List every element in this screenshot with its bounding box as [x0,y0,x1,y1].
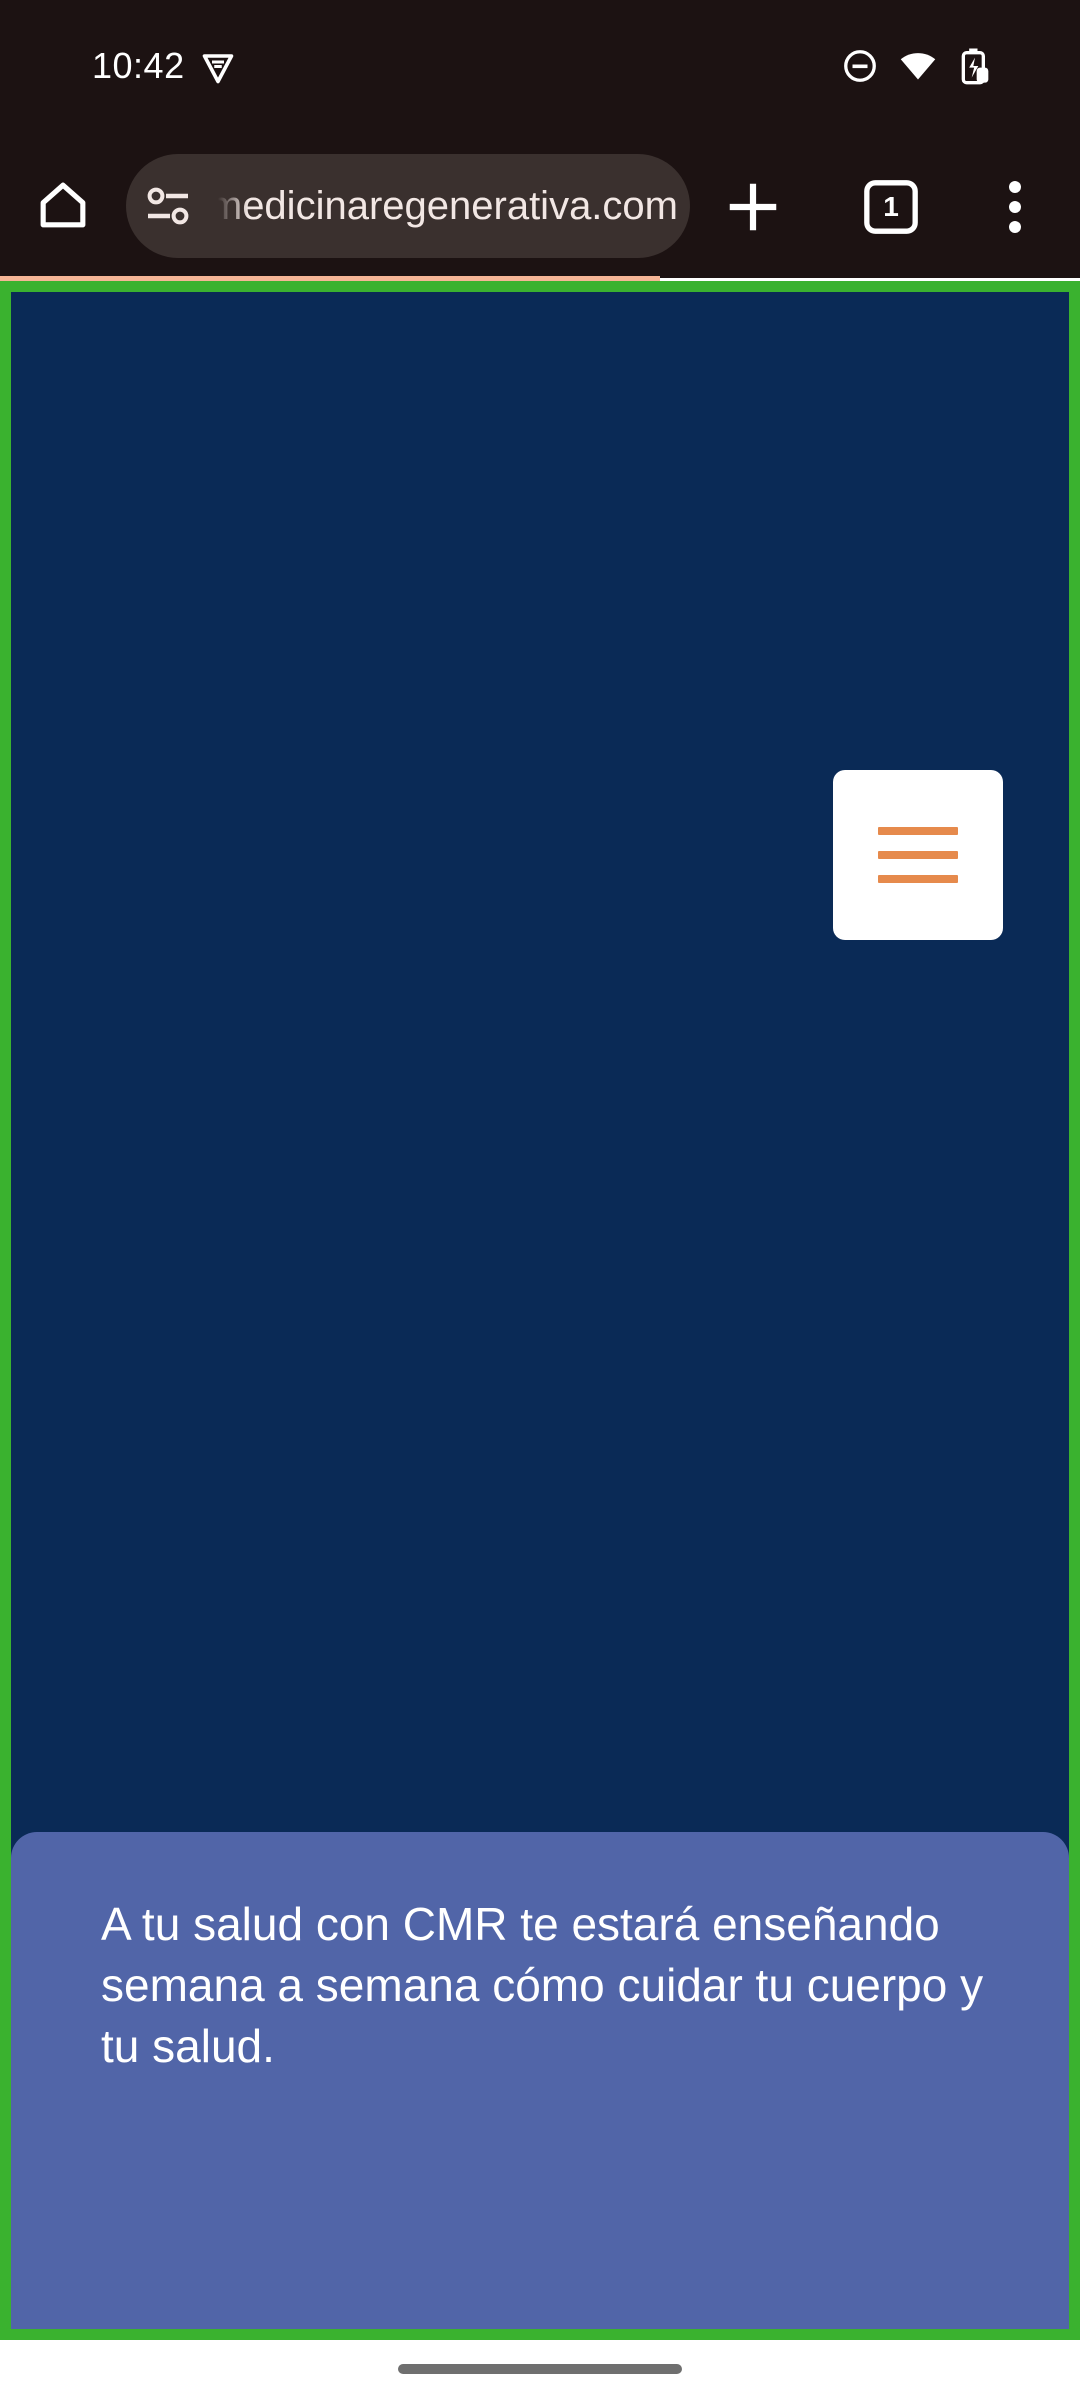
vpn-icon [202,54,234,84]
hamburger-menu-button[interactable] [833,770,1003,940]
do-not-disturb-icon [844,50,876,82]
gesture-handle[interactable] [398,2364,682,2374]
navigation-bar [0,2340,1080,2400]
hamburger-menu-icon [878,827,958,883]
status-bar: 10:42 [0,0,1080,140]
battery-charging-icon [961,48,989,85]
site-settings-icon[interactable] [144,184,192,228]
status-time: 10:42 [92,45,185,86]
new-tab-icon[interactable] [722,176,784,238]
home-button[interactable] [30,172,96,238]
web-content: A tu salud con CMR te estará enseñando s… [0,281,1080,2340]
hamburger-line [878,827,958,835]
url-fade [218,154,248,258]
hamburger-line [878,875,958,883]
browser-toolbar: centrodemedicinaregenerativa.com 1 [0,140,1080,278]
address-bar[interactable]: centrodemedicinaregenerativa.com [126,154,690,258]
url-text[interactable]: centrodemedicinaregenerativa.com [218,154,678,258]
info-text: A tu salud con CMR te estará enseñando s… [101,1898,984,2072]
more-options-icon[interactable] [990,176,1040,238]
tab-count: 1 [883,191,899,222]
info-card: A tu salud con CMR te estará enseñando s… [11,1832,1069,2329]
hamburger-line [878,851,958,859]
wifi-icon [900,53,936,80]
tab-switcher-button[interactable]: 1 [862,178,920,236]
home-icon [40,182,86,228]
